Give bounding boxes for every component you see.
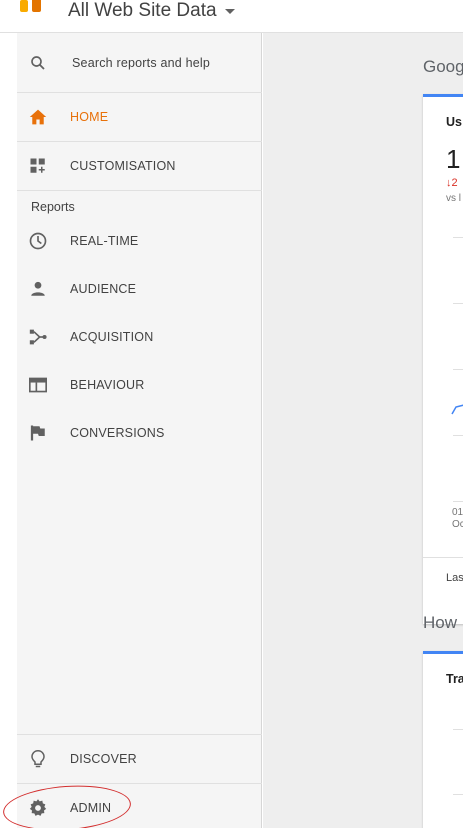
divider	[17, 190, 262, 191]
nav-customisation[interactable]: CUSTOMISATION	[17, 142, 262, 190]
nav-realtime[interactable]: REAL-TIME	[17, 217, 262, 265]
analytics-logo-icon[interactable]	[20, 0, 48, 12]
account-selector[interactable]: All Web Site Data	[68, 0, 235, 22]
nav-admin[interactable]: ADMIN	[17, 784, 262, 828]
sidebar: Search reports and help HOME CUSTOMISATI…	[17, 33, 262, 828]
nav-conversions[interactable]: CONVERSIONS	[17, 409, 262, 457]
date-range-selector[interactable]: Las	[446, 572, 463, 584]
users-overview-card: Us 1 ↓2 vs l 01 Oc Las	[423, 94, 463, 624]
card-title: Us	[446, 115, 462, 129]
nav-audience[interactable]: AUDIENCE	[17, 265, 262, 313]
chart-gridline	[453, 435, 463, 436]
nav-discover-label: DISCOVER	[70, 752, 137, 766]
main-content: Goog Us 1 ↓2 vs l 01 Oc Las How Tra	[263, 33, 463, 828]
flag-icon	[27, 422, 49, 444]
caret-down-icon	[224, 8, 235, 14]
nav-audience-label: AUDIENCE	[70, 282, 137, 296]
card-title: Tra	[446, 672, 463, 686]
section-heading: How	[423, 613, 458, 632]
search-placeholder: Search reports and help	[72, 56, 211, 70]
nav-customisation-label: CUSTOMISATION	[70, 159, 176, 173]
clock-icon	[27, 230, 49, 252]
chart-gridline	[453, 303, 463, 304]
left-gutter	[0, 33, 17, 828]
behaviour-icon	[27, 374, 49, 396]
reports-heading: Reports	[31, 200, 75, 214]
customisation-icon	[27, 155, 49, 177]
metric-delta: ↓2	[446, 177, 458, 189]
nav-acquisition[interactable]: ACQUISITION	[17, 313, 262, 361]
nav-admin-label: ADMIN	[70, 801, 112, 815]
nav-acquisition-label: ACQUISITION	[70, 330, 154, 344]
nav-discover[interactable]: DISCOVER	[17, 735, 262, 783]
metric-value: 1	[446, 144, 461, 174]
nav-home-label: HOME	[70, 110, 109, 124]
app-header: All Web Site Data	[0, 0, 463, 33]
x-axis-tick: Oc	[452, 519, 463, 530]
nav-home[interactable]: HOME	[17, 93, 262, 141]
nav-behaviour-label: BEHAVIOUR	[70, 378, 145, 392]
card-divider	[423, 557, 463, 558]
chart-gridline	[453, 729, 463, 730]
nav-conversions-label: CONVERSIONS	[70, 426, 165, 440]
account-title: All Web Site Data	[68, 0, 217, 21]
traffic-card: Tra	[423, 651, 463, 828]
comparison-text: vs l	[446, 193, 461, 204]
x-axis-tick: 01	[452, 507, 463, 518]
gear-icon	[27, 797, 49, 819]
home-icon	[27, 106, 49, 128]
chart-gridline	[453, 501, 463, 502]
search-reports[interactable]: Search reports and help	[17, 39, 262, 87]
lightbulb-icon	[27, 748, 49, 770]
chart-gridline	[453, 237, 463, 238]
chart-gridline	[453, 369, 463, 370]
page-heading: Goog	[423, 57, 463, 76]
person-icon	[27, 278, 49, 300]
nav-behaviour[interactable]: BEHAVIOUR	[17, 361, 262, 409]
search-icon	[27, 52, 49, 74]
acquisition-icon	[27, 326, 49, 348]
chart-line-fragment	[451, 404, 463, 415]
chart-gridline	[453, 794, 463, 795]
nav-realtime-label: REAL-TIME	[70, 234, 139, 248]
